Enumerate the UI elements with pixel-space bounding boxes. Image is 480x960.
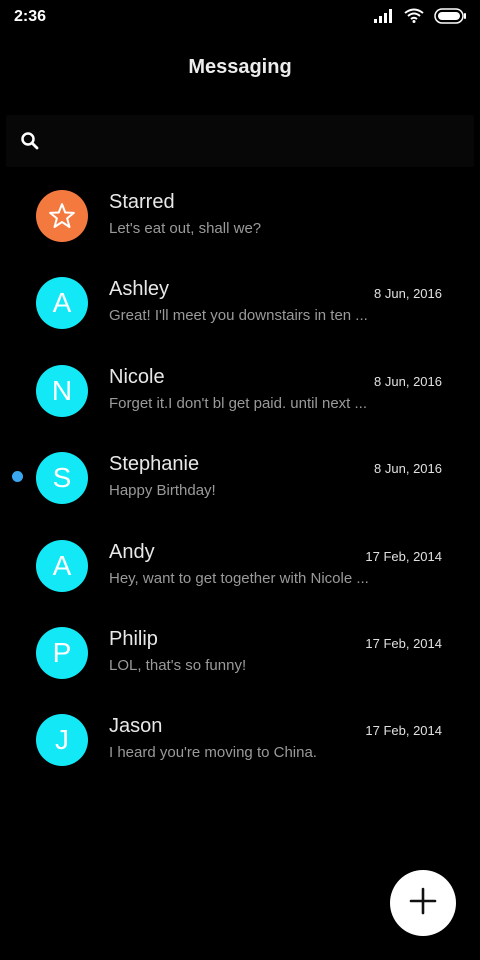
avatar: S [36, 452, 88, 505]
status-bar: 2:36 [0, 0, 480, 36]
conversation-row-nicole[interactable]: N Nicole 8 Jun, 2016 Forget it.I don't b… [0, 347, 480, 434]
status-icons [374, 7, 466, 29]
unread-indicator [12, 471, 23, 483]
conversation-preview: Let's eat out, shall we? [109, 220, 262, 237]
conversation-name: Nicole [109, 365, 165, 388]
conversation-date: 8 Jun, 2016 [374, 286, 442, 302]
conversation-row-ashley[interactable]: A Ashley 8 Jun, 2016 Great! I'll meet yo… [0, 259, 480, 346]
conversation-name: Andy [109, 540, 155, 563]
conversation-row-andy[interactable]: A Andy 17 Feb, 2014 Hey, want to get tog… [0, 522, 480, 609]
conversation-row-starred[interactable]: Starred Let's eat out, shall we? [0, 172, 480, 259]
conversation-preview: I heard you're moving to China. [109, 744, 317, 762]
conversation-list: Starred Let's eat out, shall we? A Ashle… [0, 172, 480, 784]
avatar: A [36, 277, 88, 330]
conversation-row-philip[interactable]: P Philip 17 Feb, 2014 LOL, that's so fun… [0, 609, 480, 696]
conversation-preview: Great! I'll meet you downstairs in ten .… [109, 307, 368, 325]
signal-icon [374, 8, 394, 28]
conversation-preview: Forget it.I don't bl get paid. until nex… [109, 394, 368, 412]
conversation-name: Stephanie [109, 453, 200, 476]
conversation-name: Philip [109, 627, 158, 650]
conversation-date: 17 Feb, 2014 [365, 548, 442, 564]
new-message-button[interactable] [390, 870, 456, 936]
conversation-date: 17 Feb, 2014 [365, 635, 442, 651]
conversation-date: 17 Feb, 2014 [365, 723, 442, 739]
avatar: A [36, 539, 88, 592]
battery-icon [434, 7, 466, 29]
conversation-preview: Happy Birthday! [109, 482, 216, 500]
conversation-date: 8 Jun, 2016 [374, 461, 442, 477]
star-icon [36, 190, 88, 242]
search-icon[interactable] [20, 131, 40, 151]
conversation-name: Starred [109, 191, 175, 213]
avatar: P [36, 626, 88, 679]
search-bar[interactable] [6, 115, 474, 167]
avatar: N [36, 364, 88, 417]
conversation-row-stephanie[interactable]: S Stephanie 8 Jun, 2016 Happy Birthday! [0, 434, 480, 521]
wifi-icon [404, 8, 424, 28]
conversation-preview: Hey, want to get together with Nicole ..… [109, 569, 369, 587]
status-time: 2:36 [14, 8, 47, 25]
avatar: J [36, 714, 88, 767]
conversation-row-jason[interactable]: J Jason 17 Feb, 2014 I heard you're movi… [0, 696, 480, 783]
conversation-name: Jason [109, 715, 163, 738]
messaging-screen: 2:36 Messaging Starred Let's eat out, sh… [0, 0, 480, 960]
conversation-preview: LOL, that's so funny! [109, 656, 247, 674]
page-title: Messaging [188, 56, 292, 78]
conversation-date: 8 Jun, 2016 [374, 373, 442, 389]
conversation-name: Ashley [109, 278, 170, 301]
plus-icon [409, 887, 437, 920]
